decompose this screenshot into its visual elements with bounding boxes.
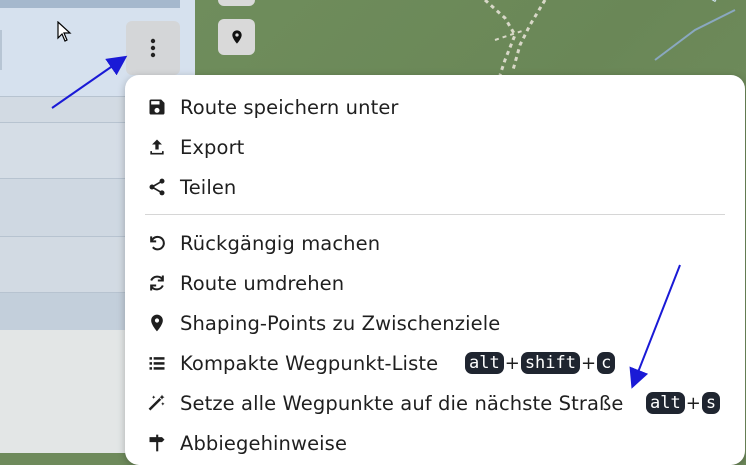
menu-item-reverse-route[interactable]: Route umdrehen <box>125 263 745 303</box>
vertical-dots-icon <box>150 38 156 58</box>
shortcut-plus: + <box>581 352 597 374</box>
menu-item-label: Export <box>180 135 245 159</box>
shortcut-plus: + <box>685 392 701 414</box>
menu-item-snap-waypoints-to-road[interactable]: Setze alle Wegpunkte auf die nächste Str… <box>125 383 745 423</box>
menu-item-label: Shaping-Points zu Zwischenziele <box>180 311 501 335</box>
map-control-button[interactable] <box>218 0 255 6</box>
location-pin-icon <box>231 30 242 44</box>
menu-item-label: Setze alle Wegpunkte auf die nächste Str… <box>180 391 624 415</box>
reverse-icon <box>146 272 168 294</box>
menu-item-shaping-points[interactable]: Shaping-Points zu Zwischenziele <box>125 303 745 343</box>
share-icon <box>146 176 168 198</box>
menu-item-label: Rückgängig machen <box>180 231 381 255</box>
panel-accent <box>0 30 2 70</box>
list-icon <box>146 352 168 374</box>
shortcut-key: alt <box>465 352 504 374</box>
save-icon <box>146 96 168 118</box>
menu-item-label: Teilen <box>180 175 237 199</box>
location-pin-icon <box>146 312 168 334</box>
menu-item-undo[interactable]: Rückgängig machen <box>125 223 745 263</box>
menu-item-export[interactable]: Export <box>125 127 745 167</box>
menu-item-label: Abbiegehinweise <box>180 431 348 455</box>
shortcut-key: shift <box>520 352 580 374</box>
undo-icon <box>146 232 168 254</box>
menu-item-share[interactable]: Teilen <box>125 167 745 207</box>
menu-item-label: Route speichern unter <box>180 95 399 119</box>
menu-item-label: Kompakte Wegpunkt-Liste <box>180 351 439 375</box>
keyboard-shortcut: alt + shift + c <box>465 352 616 374</box>
map-pin-button[interactable] <box>218 19 255 55</box>
magic-wand-icon <box>146 392 168 414</box>
shortcut-key: s <box>701 392 721 414</box>
more-options-button[interactable] <box>126 21 180 75</box>
menu-item-compact-waypoint-list[interactable]: Kompakte Wegpunkt-Liste alt + shift + c <box>125 343 745 383</box>
menu-item-turn-instructions[interactable]: Abbiegehinweise <box>125 423 745 463</box>
menu-item-save-route-as[interactable]: Route speichern unter <box>125 87 745 127</box>
panel-header-strip <box>0 0 180 8</box>
shortcut-plus: + <box>504 352 520 374</box>
signpost-icon <box>146 432 168 454</box>
menu-divider <box>145 214 725 215</box>
mouse-cursor-icon <box>57 21 72 42</box>
menu-item-label: Route umdrehen <box>180 271 345 295</box>
context-menu: Route speichern unter Export Teilen Rück… <box>125 75 745 465</box>
shortcut-key: c <box>597 352 616 374</box>
shortcut-key: alt <box>646 392 685 414</box>
upload-icon <box>146 136 168 158</box>
keyboard-shortcut: alt + s <box>646 392 721 414</box>
